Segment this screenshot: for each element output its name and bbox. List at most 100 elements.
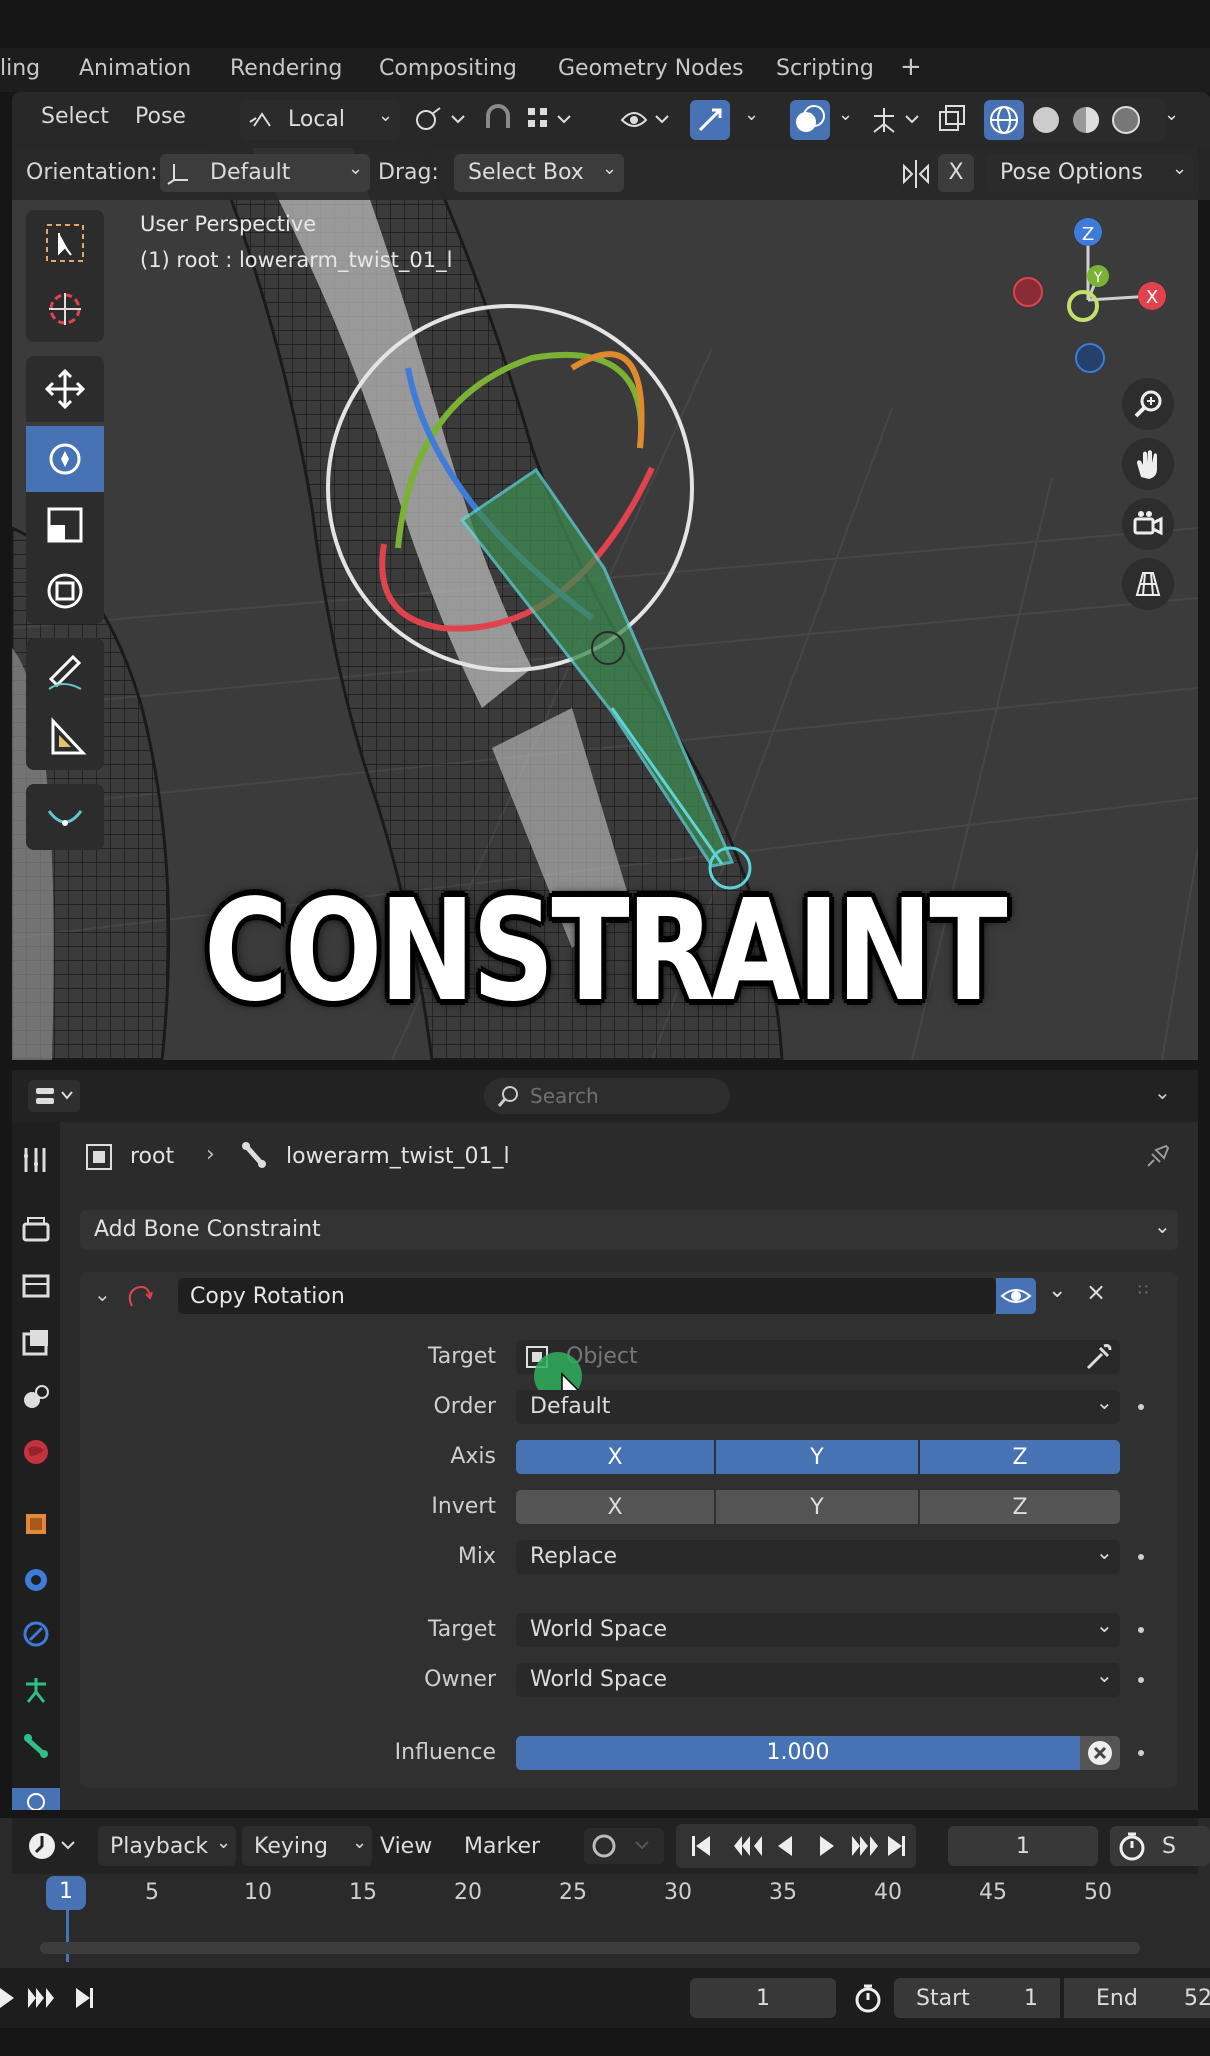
timeline-editor-icon[interactable] — [26, 1828, 82, 1864]
disable-keep-transform-button[interactable] — [1080, 1736, 1120, 1770]
annotate-tool[interactable] — [26, 638, 104, 704]
tab-animation[interactable]: Animation — [79, 56, 191, 81]
tab-scripting[interactable]: Scripting — [776, 56, 874, 81]
tab-geometry-nodes[interactable]: Geometry Nodes — [558, 56, 744, 81]
keyframe-dot[interactable] — [1138, 1554, 1144, 1560]
frame-ruler[interactable]: 1 5 10 15 20 25 30 35 40 45 50 — [0, 1876, 1210, 1912]
zoom-button[interactable] — [1122, 378, 1174, 430]
pose-menu[interactable]: Pose — [135, 104, 186, 129]
bone-tab-icon[interactable] — [20, 1730, 52, 1762]
orientation-dropdown[interactable]: Default ⌄ — [160, 154, 370, 192]
rendered-shading-icon[interactable] — [1106, 100, 1146, 140]
auto-keying-toggle[interactable] — [584, 1828, 664, 1864]
keyframe-dot[interactable] — [1138, 1677, 1144, 1683]
keyframe-dot[interactable] — [1138, 1750, 1144, 1756]
modifiers-tab-icon[interactable] — [20, 1564, 52, 1596]
select-menu[interactable]: Select — [41, 104, 109, 129]
editor-type-dropdown[interactable] — [28, 1080, 80, 1112]
material-shading-icon[interactable] — [1066, 100, 1106, 140]
current-frame-field[interactable]: 1 — [948, 1826, 1098, 1866]
preview-range-field[interactable]: S — [1110, 1826, 1210, 1866]
transform-tool[interactable] — [26, 558, 104, 624]
pose-options-dropdown[interactable]: Pose Options ⌄ — [986, 154, 1194, 192]
tab-modeling[interactable]: ling — [0, 56, 40, 81]
chevron-down-icon[interactable]: ⌄ — [1164, 104, 1179, 125]
snap-icon[interactable] — [480, 104, 520, 136]
scene-tab-icon[interactable] — [20, 1380, 52, 1412]
collapse-chevron-icon[interactable]: ⌄ — [94, 1282, 111, 1306]
target-space-dropdown[interactable]: World Space ⌄ — [516, 1613, 1120, 1647]
close-icon[interactable]: × — [1086, 1278, 1106, 1306]
pivot-point-icon[interactable] — [412, 104, 472, 136]
mix-dropdown[interactable]: Replace ⌄ — [516, 1540, 1120, 1574]
pin-icon[interactable] — [1144, 1140, 1174, 1170]
cursor-tool[interactable] — [26, 276, 104, 342]
mirror-icon[interactable] — [900, 158, 934, 190]
invert-z-toggle[interactable]: Z — [920, 1490, 1120, 1524]
view-layer-tab-icon[interactable] — [20, 1326, 52, 1358]
playhead-line[interactable] — [66, 1910, 69, 1962]
select-box-tool[interactable] — [26, 210, 104, 276]
search-input[interactable]: Search — [484, 1078, 730, 1114]
snap-grid-icon[interactable] — [524, 104, 584, 136]
target-object-field[interactable]: Object — [516, 1340, 1120, 1374]
playhead-frame-badge[interactable]: 1 — [46, 1876, 86, 1910]
constraint-name-field[interactable]: Copy Rotation — [178, 1278, 996, 1314]
chevron-down-icon[interactable]: ⌄ — [744, 104, 759, 125]
axis-z-toggle[interactable]: Z — [920, 1440, 1120, 1474]
add-bone-constraint-button[interactable]: Add Bone Constraint ⌄ — [80, 1210, 1178, 1250]
keyframe-dot[interactable] — [1138, 1404, 1144, 1410]
bone-overlay-icon[interactable] — [868, 102, 928, 138]
camera-view-button[interactable] — [1122, 498, 1174, 550]
visibility-gizmo-icon[interactable] — [618, 102, 678, 138]
stopwatch-icon[interactable] — [852, 1982, 884, 2014]
invert-x-toggle[interactable]: X — [516, 1490, 714, 1524]
start-frame-field[interactable]: Start 1 — [894, 1978, 1060, 2018]
xray-icon[interactable] — [934, 102, 970, 138]
influence-slider[interactable]: 1.000 — [516, 1736, 1080, 1770]
physics-tab-icon[interactable] — [20, 1618, 52, 1650]
bottom-playback-icons[interactable] — [0, 1984, 100, 2012]
invert-y-toggle[interactable]: Y — [716, 1490, 918, 1524]
constraint-enable-toggle[interactable] — [996, 1278, 1036, 1314]
end-frame-field[interactable]: End 52 — [1064, 1978, 1210, 2018]
tool-tab-icon[interactable] — [20, 1144, 52, 1176]
chevron-down-icon[interactable]: ⌄ — [1154, 1080, 1171, 1104]
keyframe-dot[interactable] — [1138, 1627, 1144, 1633]
axis-y-toggle[interactable]: Y — [716, 1440, 918, 1474]
tab-rendering[interactable]: Rendering — [230, 56, 342, 81]
timeline-scrollbar[interactable] — [40, 1942, 1140, 1954]
move-tool[interactable] — [26, 356, 104, 422]
ortho-toggle-button[interactable] — [1122, 558, 1174, 610]
object-tab-icon[interactable] — [20, 1508, 52, 1540]
render-tab-icon[interactable] — [20, 1214, 52, 1246]
eyedropper-icon[interactable] — [1080, 1340, 1114, 1374]
axis-x-toggle[interactable]: X — [516, 1440, 714, 1474]
frame-field[interactable]: 1 — [690, 1978, 836, 2018]
solid-shading-icon[interactable] — [1026, 100, 1066, 140]
world-tab-icon[interactable] — [20, 1436, 52, 1468]
tab-compositing[interactable]: Compositing — [379, 56, 517, 81]
gizmo-toggle-button[interactable] — [690, 100, 730, 140]
x-mirror-toggle[interactable]: X — [938, 154, 974, 192]
chevron-down-icon[interactable]: ⌄ — [1048, 1278, 1066, 1303]
pan-button[interactable] — [1122, 438, 1174, 490]
rotate-tool[interactable] — [26, 426, 104, 492]
marker-menu[interactable]: Marker — [464, 1834, 540, 1859]
overlays-toggle-button[interactable] — [790, 100, 830, 140]
armature-tab-icon[interactable] — [20, 1674, 52, 1706]
chevron-down-icon[interactable]: ⌄ — [838, 104, 853, 125]
navigation-gizmo[interactable]: Z Y X — [1000, 210, 1186, 380]
owner-space-dropdown[interactable]: World Space ⌄ — [516, 1663, 1120, 1697]
measure-tool[interactable] — [26, 704, 104, 770]
order-dropdown[interactable]: Default ⌄ — [516, 1390, 1120, 1424]
drag-dropdown[interactable]: Select Box ⌄ — [454, 154, 624, 192]
view-menu[interactable]: View — [380, 1834, 432, 1859]
relax-tool[interactable] — [26, 784, 104, 850]
add-workspace-button[interactable]: + — [900, 52, 922, 82]
keying-menu[interactable]: Keying ⌄ — [242, 1826, 372, 1866]
transform-orientation-dropdown[interactable]: Local ⌄ — [240, 100, 400, 140]
bone-constraints-tab[interactable] — [12, 1788, 60, 1810]
scale-tool[interactable] — [26, 492, 104, 558]
playback-menu[interactable]: Playback ⌄ — [98, 1826, 236, 1866]
